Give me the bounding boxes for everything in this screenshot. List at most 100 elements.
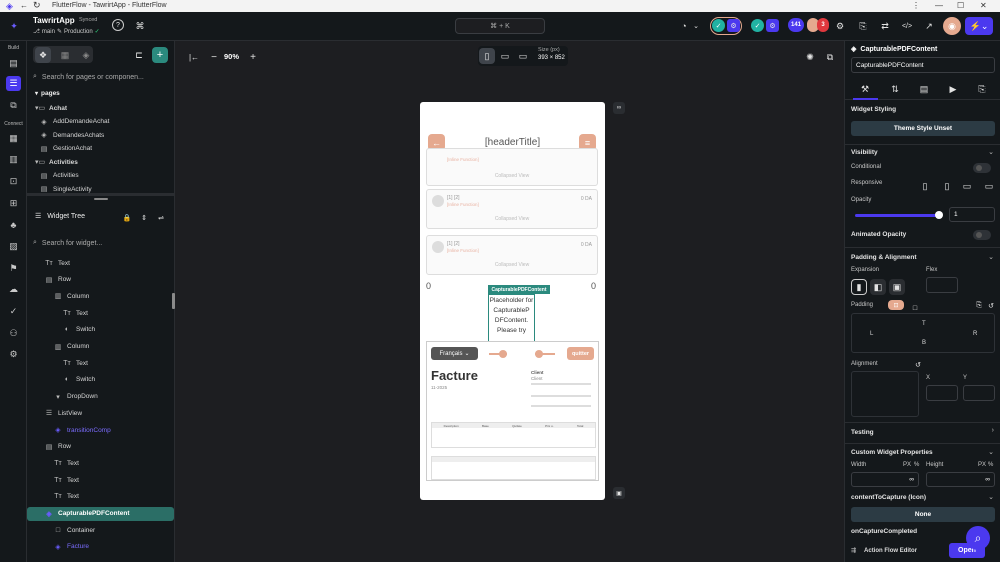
team-icon[interactable]: ⚇ — [6, 326, 21, 341]
alignment-grid[interactable] — [851, 371, 919, 417]
pages-tab-icon[interactable]: ❖ — [35, 47, 51, 63]
responsive-phone-icon[interactable]: ▯ — [917, 178, 933, 194]
reload-icon[interactable]: ↻ — [33, 0, 41, 11]
height-input[interactable]: ∞ — [926, 472, 995, 487]
padding-left[interactable]: L — [870, 331, 873, 337]
integrations-icon[interactable]: ♣ — [6, 217, 21, 232]
issues-badge[interactable]: 141 — [788, 18, 804, 32]
width-px[interactable]: PX — [903, 462, 911, 468]
branch-info[interactable]: ⎇ main ✎ Production ✓ — [33, 28, 100, 36]
settings-gear-icon[interactable]: ⚙ — [832, 18, 848, 34]
tree-node-text[interactable]: Tт Text — [62, 306, 88, 320]
preview-eye-icon[interactable]: ◉ — [943, 17, 961, 35]
command-search[interactable]: ⌘ + K — [455, 18, 545, 34]
tree-node-column[interactable]: ▥ Column — [53, 289, 90, 303]
size-value[interactable]: 393 × 852 — [538, 55, 565, 61]
actions-tab-icon[interactable]: ⇅ — [887, 81, 903, 97]
components-tab-icon[interactable]: ▦ — [57, 47, 73, 63]
tests-icon[interactable]: ✓ — [6, 304, 21, 319]
properties-tab-icon[interactable]: ⚒ — [857, 81, 873, 97]
tree-scrollbar[interactable] — [172, 293, 175, 309]
app-state-icon[interactable]: ⊞ — [6, 196, 21, 211]
tree-node-text[interactable]: Tт Text — [53, 456, 79, 470]
tablet-device-icon[interactable]: ▭ — [497, 48, 513, 64]
animations-tab-icon[interactable]: ▶ — [945, 81, 961, 97]
tree-node-text[interactable]: Tт Text — [44, 256, 70, 270]
expand-collapse-icon[interactable]: ⇕ — [136, 210, 152, 226]
media-icon[interactable]: ▨ — [6, 239, 21, 254]
expansion-none-icon[interactable]: ▮ — [851, 279, 867, 295]
page-item-activities[interactable]: ▤ Activities — [39, 169, 79, 183]
run-mode-chevron-icon[interactable]: ⌄ — [688, 18, 704, 34]
maximize-button[interactable]: ☐ — [957, 1, 964, 10]
desktop-device-icon[interactable]: ▭ — [515, 48, 531, 64]
collapse-panel-icon[interactable]: |← — [186, 49, 202, 65]
list-card-1[interactable]: [Inline Function] Collapsed View — [426, 148, 598, 186]
lock-icon[interactable]: 🔒 — [119, 210, 135, 226]
custom-code-icon[interactable]: ⚑ — [6, 261, 21, 276]
align-x-input[interactable] — [926, 385, 958, 401]
tree-node-row[interactable]: ▤ Row — [44, 273, 71, 287]
reset-padding-icon[interactable]: ↺ — [983, 298, 999, 314]
height-pct[interactable]: % — [988, 462, 993, 468]
preview-icon[interactable]: ▣ — [613, 487, 625, 499]
page-item-add-demande-achat[interactable]: ◈ AddDemandeAchat — [39, 115, 109, 129]
tree-node-container[interactable]: □ Container — [53, 523, 95, 537]
backend-query-tab-icon[interactable]: ▤ — [916, 81, 932, 97]
deploy-button[interactable]: ⚡⌄ — [965, 17, 993, 35]
responsive-desktop-icon[interactable]: ▭ — [981, 178, 997, 194]
phone-device-icon[interactable]: ▯ — [479, 48, 495, 64]
cloud-icon[interactable]: ☁ — [6, 282, 21, 297]
tree-node-text[interactable]: Tт Text — [62, 356, 88, 370]
link-icon[interactable]: ∞ — [613, 102, 625, 114]
data-types-icon[interactable]: ▦ — [6, 131, 21, 146]
visibility-chevron-icon[interactable]: ⌄ — [988, 148, 994, 156]
new-folder-icon[interactable]: ⊏ — [131, 47, 147, 63]
slider-thumb-1[interactable] — [499, 350, 507, 358]
tree-node-list-view[interactable]: ☰ ListView — [44, 406, 82, 420]
tree-node-drop-down[interactable]: ▾ DropDown — [53, 390, 97, 404]
tree-node-row[interactable]: ▤ Row — [44, 440, 71, 454]
padding-top[interactable]: T — [922, 321, 926, 327]
padding-chevron-icon[interactable]: ⌄ — [988, 253, 994, 261]
search-pages[interactable]: ⌕ Search for pages or componen... — [33, 70, 169, 84]
back-icon[interactable]: ← — [20, 1, 28, 10]
tree-node-text[interactable]: Tт Text — [53, 473, 79, 487]
zoom-out-button[interactable]: − — [206, 49, 222, 65]
widget-tree-icon[interactable]: ☰ — [6, 76, 21, 91]
language-dropdown[interactable]: Français ⌄ — [431, 347, 478, 360]
help-icon[interactable]: ? — [112, 19, 124, 31]
list-card-2[interactable]: [1] [2] [Inline Function] 0 DA Collapsed… — [426, 189, 598, 229]
height-px[interactable]: PX — [978, 462, 986, 468]
padding-right[interactable]: R — [973, 331, 977, 337]
padding-editor[interactable]: T L R B — [851, 313, 995, 353]
tree-node-transition-comp[interactable]: ◈ transitionComp — [53, 423, 110, 437]
page-item-activities[interactable]: ▾▭ Activities — [35, 155, 78, 169]
floating-search-icon[interactable]: ⌕ — [966, 526, 990, 550]
settings-icon[interactable]: ⚙ — [6, 347, 21, 362]
custom-props-chevron-icon[interactable]: ⌄ — [988, 448, 994, 456]
conditional-toggle[interactable] — [973, 163, 991, 173]
expansion-flexible-icon[interactable]: ◧ — [870, 279, 886, 295]
app-name[interactable]: TawrirtApp — [33, 16, 75, 25]
page-item-demandes-achats[interactable]: ◈ DemandesAchats — [39, 128, 104, 142]
responsive-tablet-landscape-icon[interactable]: ▭ — [959, 178, 975, 194]
search-widget[interactable]: ⌕ Search for widget... — [33, 236, 169, 250]
capturable-placeholder[interactable]: Placeholder for CapturableP DFContent. P… — [488, 294, 535, 342]
animated-opacity-toggle[interactable] — [973, 230, 991, 240]
width-input[interactable]: ∞ — [851, 472, 919, 487]
window-menu-icon[interactable]: ⋮ — [912, 1, 920, 10]
responsive-tablet-icon[interactable]: ▯ — [939, 178, 955, 194]
align-y-input[interactable] — [963, 385, 995, 401]
shortcuts-icon[interactable]: ⌘ — [132, 18, 148, 34]
library-tab-icon[interactable]: ◈ — [78, 47, 94, 63]
code-icon[interactable]: </> — [899, 18, 915, 34]
flutterflow-icon[interactable]: ✦ — [6, 18, 22, 34]
page-selector-icon[interactable]: ▤ — [6, 56, 21, 71]
theme-style-button[interactable]: Theme Style Unset — [851, 121, 995, 136]
open-external-icon[interactable]: ↗ — [921, 18, 937, 34]
resize-handle[interactable] — [94, 198, 108, 200]
tree-node-text[interactable]: Tт Text — [53, 490, 79, 504]
canvas-options-icon[interactable]: ⧉ — [822, 49, 838, 65]
git-icon[interactable]: ⇄ — [877, 18, 893, 34]
